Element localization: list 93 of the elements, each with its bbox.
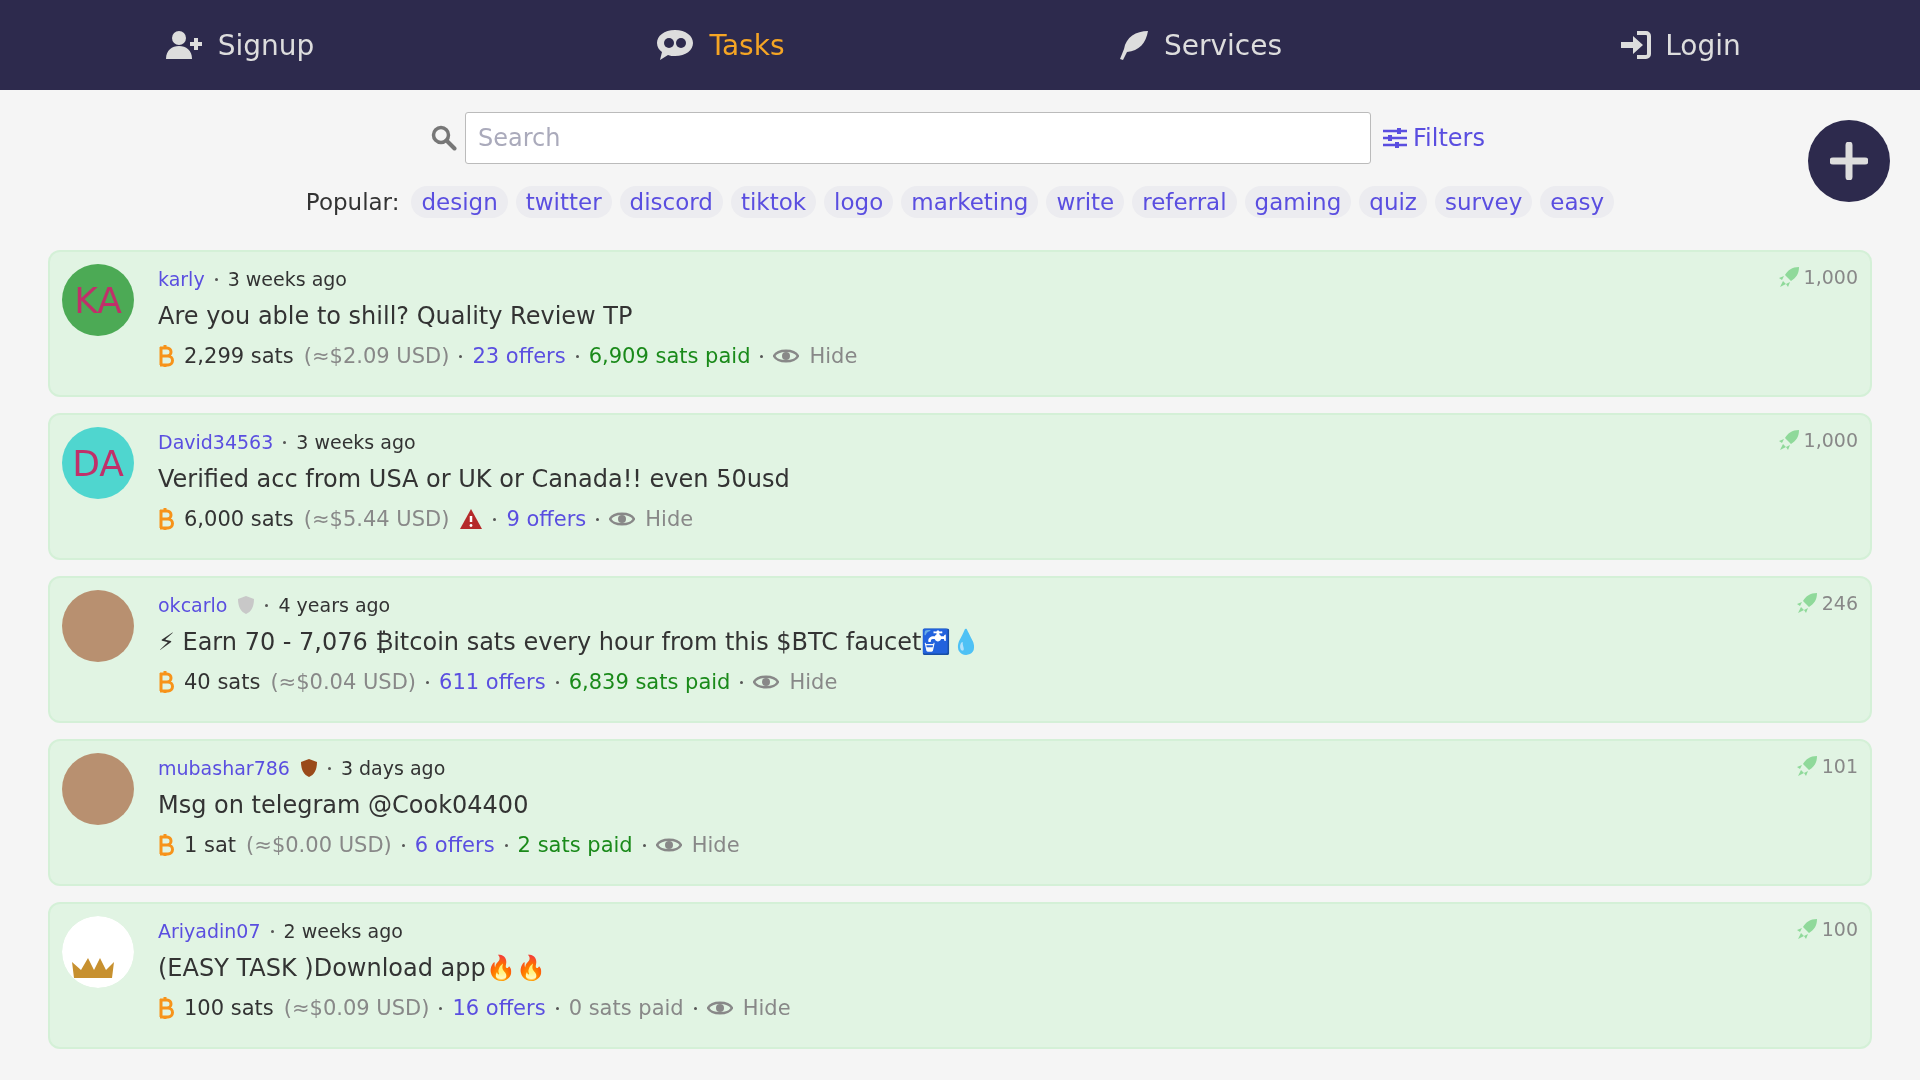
task-title: ⚡ Earn 70 - 7,076 ₿itcoin sats every hour from this $BTC faucet🚰💧 [158,628,982,656]
usd-value: (≈$0.04 USD) [270,670,417,694]
rocket-icon [1795,592,1818,614]
rocket-icon [1795,755,1818,777]
boost-value: 246 [1821,592,1858,614]
reward-amount: 2,299 sats [184,344,294,368]
sliders-icon [1383,127,1407,149]
usd-value: (≈$5.44 USD) [303,507,450,531]
tag-chip[interactable]: tiktok [730,186,817,218]
task-card[interactable]: DA David34563 3 weeks ago Verified acc from USA or UK or Canada!! even 50usd 6,000 sats (≈$5.44 USD) 9 offers Hide 1,000 [48,413,1872,560]
boost-value: 1,000 [1803,429,1858,451]
tag-chip[interactable]: quiz [1359,186,1427,218]
eye-icon [655,836,682,854]
bitcoin-icon [158,345,174,367]
bitcoin-icon [158,671,174,693]
avatar: DA [62,427,134,499]
rocket-icon [1795,918,1818,940]
username-link[interactable]: David34563 [158,431,274,453]
reward-amount: 1 sat [184,833,237,857]
bitcoin-icon [158,834,174,856]
hide-button[interactable]: Hide [609,507,694,531]
offers-link[interactable]: 6 offers [414,833,495,857]
offers-link[interactable]: 9 offers [506,507,587,531]
task-title: Msg on telegram @Cook04400 [158,791,530,819]
task-card[interactable]: Ariyadin07 2 weeks ago (EASY TASK )Download app🔥🔥 100 sats (≈$0.09 USD) 16 offers 0 sats paid Hide 100 [48,902,1872,1049]
task-title: Verified acc from USA or UK or Canada!! even 50usd [158,465,790,493]
offers-link[interactable]: 611 offers [439,670,546,694]
boost-value: 100 [1821,918,1858,940]
tag-chip[interactable]: referral [1132,186,1237,218]
username-link[interactable]: okcarlo [158,594,228,616]
user-plus-icon [165,30,204,60]
username-link[interactable]: Ariyadin07 [158,920,261,942]
search-icon [431,125,457,151]
avatar: KA [62,264,134,336]
reward-amount: 40 sats [184,670,261,694]
tag-chip[interactable]: design [411,186,508,218]
popular-label: Popular: [305,189,400,215]
tag-chip[interactable]: logo [824,186,894,218]
boost-value: 101 [1821,755,1858,777]
task-title: (EASY TASK )Download app🔥🔥 [158,954,547,982]
crown-avatar-icon [62,916,134,988]
sats-paid: 6,909 sats paid [588,344,751,368]
tag-chip[interactable]: survey [1434,186,1533,218]
nav-link[interactable]: Tasks [655,28,785,62]
sats-paid: 0 sats paid [568,996,684,1020]
boost-value: 1,000 [1803,266,1858,288]
bitcoin-icon [158,997,174,1019]
task-card[interactable]: KA karly 3 weeks ago Are you able to shill? Quality Review TP 2,299 sats (≈$2.09 USD) 23 offers 6,909 sats paid Hide 1,000 [48,250,1872,397]
reward-amount: 100 sats [184,996,274,1020]
post-time: 3 days ago [340,757,446,779]
nav-link[interactable]: Signup [165,28,315,62]
nav-link[interactable]: Services [1117,28,1283,62]
username-link[interactable]: karly [158,268,205,290]
tag-chip[interactable]: gaming [1244,186,1352,218]
reward-amount: 6,000 sats [184,507,294,531]
eye-icon [753,673,780,691]
bitcoin-icon [158,508,174,530]
usd-value: (≈$0.09 USD) [283,996,430,1020]
eye-icon [706,999,733,1017]
tag-chip[interactable]: easy [1540,186,1615,218]
offers-link[interactable]: 16 offers [452,996,546,1020]
sats-paid: 2 sats paid [517,833,633,857]
tag-chip[interactable]: discord [619,186,723,218]
task-card[interactable]: mubashar786 3 days ago Msg on telegram @Cook04400 1 sat (≈$0.00 USD) 6 offers 2 sats paid Hide 101 [48,739,1872,886]
usd-value: (≈$2.09 USD) [303,344,450,368]
post-time: 3 weeks ago [227,268,347,290]
post-time: 2 weeks ago [283,920,403,942]
tag-chip[interactable]: write [1046,186,1125,218]
rocket-icon [1777,429,1800,451]
feather-icon [1117,29,1150,61]
sign-in-icon [1619,30,1652,60]
hide-button[interactable]: Hide [753,670,838,694]
eye-icon [609,510,636,528]
task-title: Are you able to shill? Quality Review TP [158,302,634,330]
nav-link[interactable]: Login [1619,28,1741,62]
tag-chip[interactable]: marketing [901,186,1039,218]
username-link[interactable]: mubashar786 [158,757,290,779]
hide-button[interactable]: Hide [706,996,791,1020]
filters-button[interactable]: Filters [1379,120,1489,156]
offers-link[interactable]: 23 offers [472,344,566,368]
chat-bubble-icon [655,28,696,62]
search-field[interactable]: Search [465,112,1371,164]
hide-button[interactable]: Hide [655,833,740,857]
sats-paid: 6,839 sats paid [568,670,731,694]
post-time: 3 weeks ago [296,431,416,453]
rocket-icon [1777,266,1800,288]
hide-button[interactable]: Hide [773,344,858,368]
task-card[interactable]: okcarlo 4 years ago ⚡ Earn 70 - 7,076 ₿itcoin sats every hour from this $BTC faucet🚰💧 40 sats (≈$0.04 USD) 611 offers 6,839 sats paid Hide 246 [48,576,1872,723]
post-time: 4 years ago [278,594,391,616]
usd-value: (≈$0.00 USD) [246,833,392,857]
eye-icon [773,347,800,365]
tag-chip[interactable]: twitter [515,186,612,218]
plus-icon [1830,142,1868,180]
